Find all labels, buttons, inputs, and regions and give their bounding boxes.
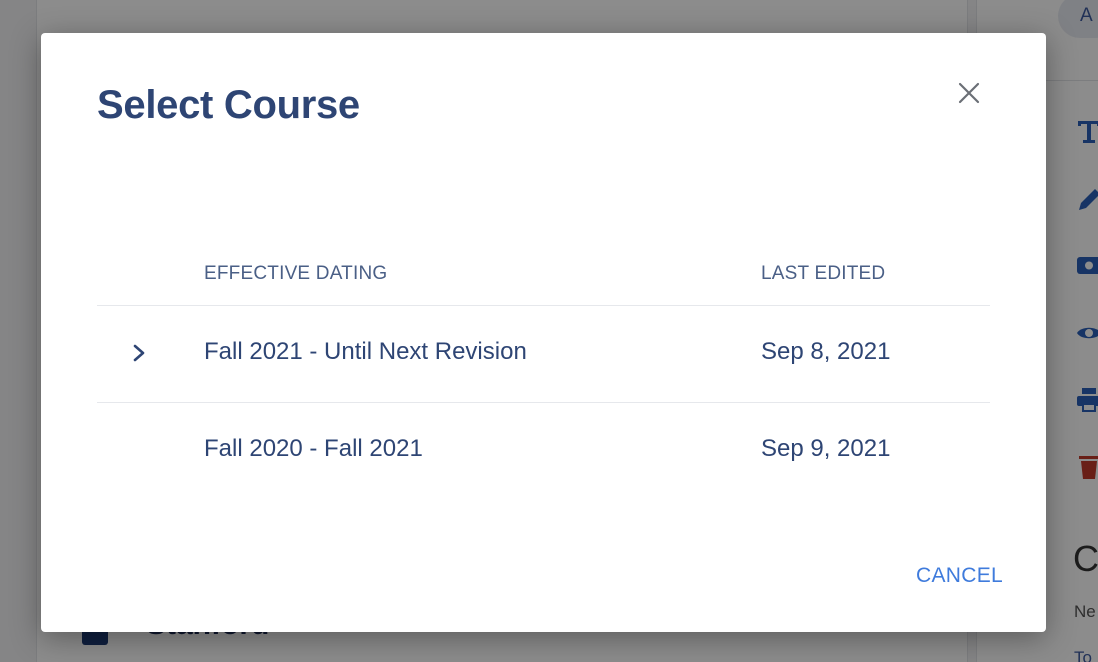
cancel-button[interactable]: CANCEL	[883, 561, 1003, 591]
effective-dating-cell: Fall 2021 - Until Next Revision	[204, 338, 527, 365]
table-row[interactable]: Fall 2020 - Fall 2021 Sep 9, 2021	[97, 403, 990, 499]
table-row[interactable]: Fall 2021 - Until Next Revision Sep 8, 2…	[97, 306, 990, 403]
last-edited-cell: Sep 8, 2021	[761, 338, 891, 365]
column-header-effective-dating: EFFECTIVE DATING	[204, 263, 388, 284]
modal-title: Select Course	[97, 83, 360, 127]
chevron-right-icon	[131, 343, 147, 363]
select-course-modal: Select Course EFFECTIVE DATING LAST EDIT…	[41, 33, 1046, 632]
close-icon	[958, 82, 980, 104]
close-button[interactable]	[953, 77, 985, 109]
table-header: EFFECTIVE DATING LAST EDITED	[97, 247, 990, 306]
effective-dating-cell: Fall 2020 - Fall 2021	[204, 435, 423, 462]
course-version-table: EFFECTIVE DATING LAST EDITED Fall 2021 -…	[97, 247, 990, 499]
column-header-last-edited: LAST EDITED	[761, 263, 886, 284]
last-edited-cell: Sep 9, 2021	[761, 435, 891, 462]
